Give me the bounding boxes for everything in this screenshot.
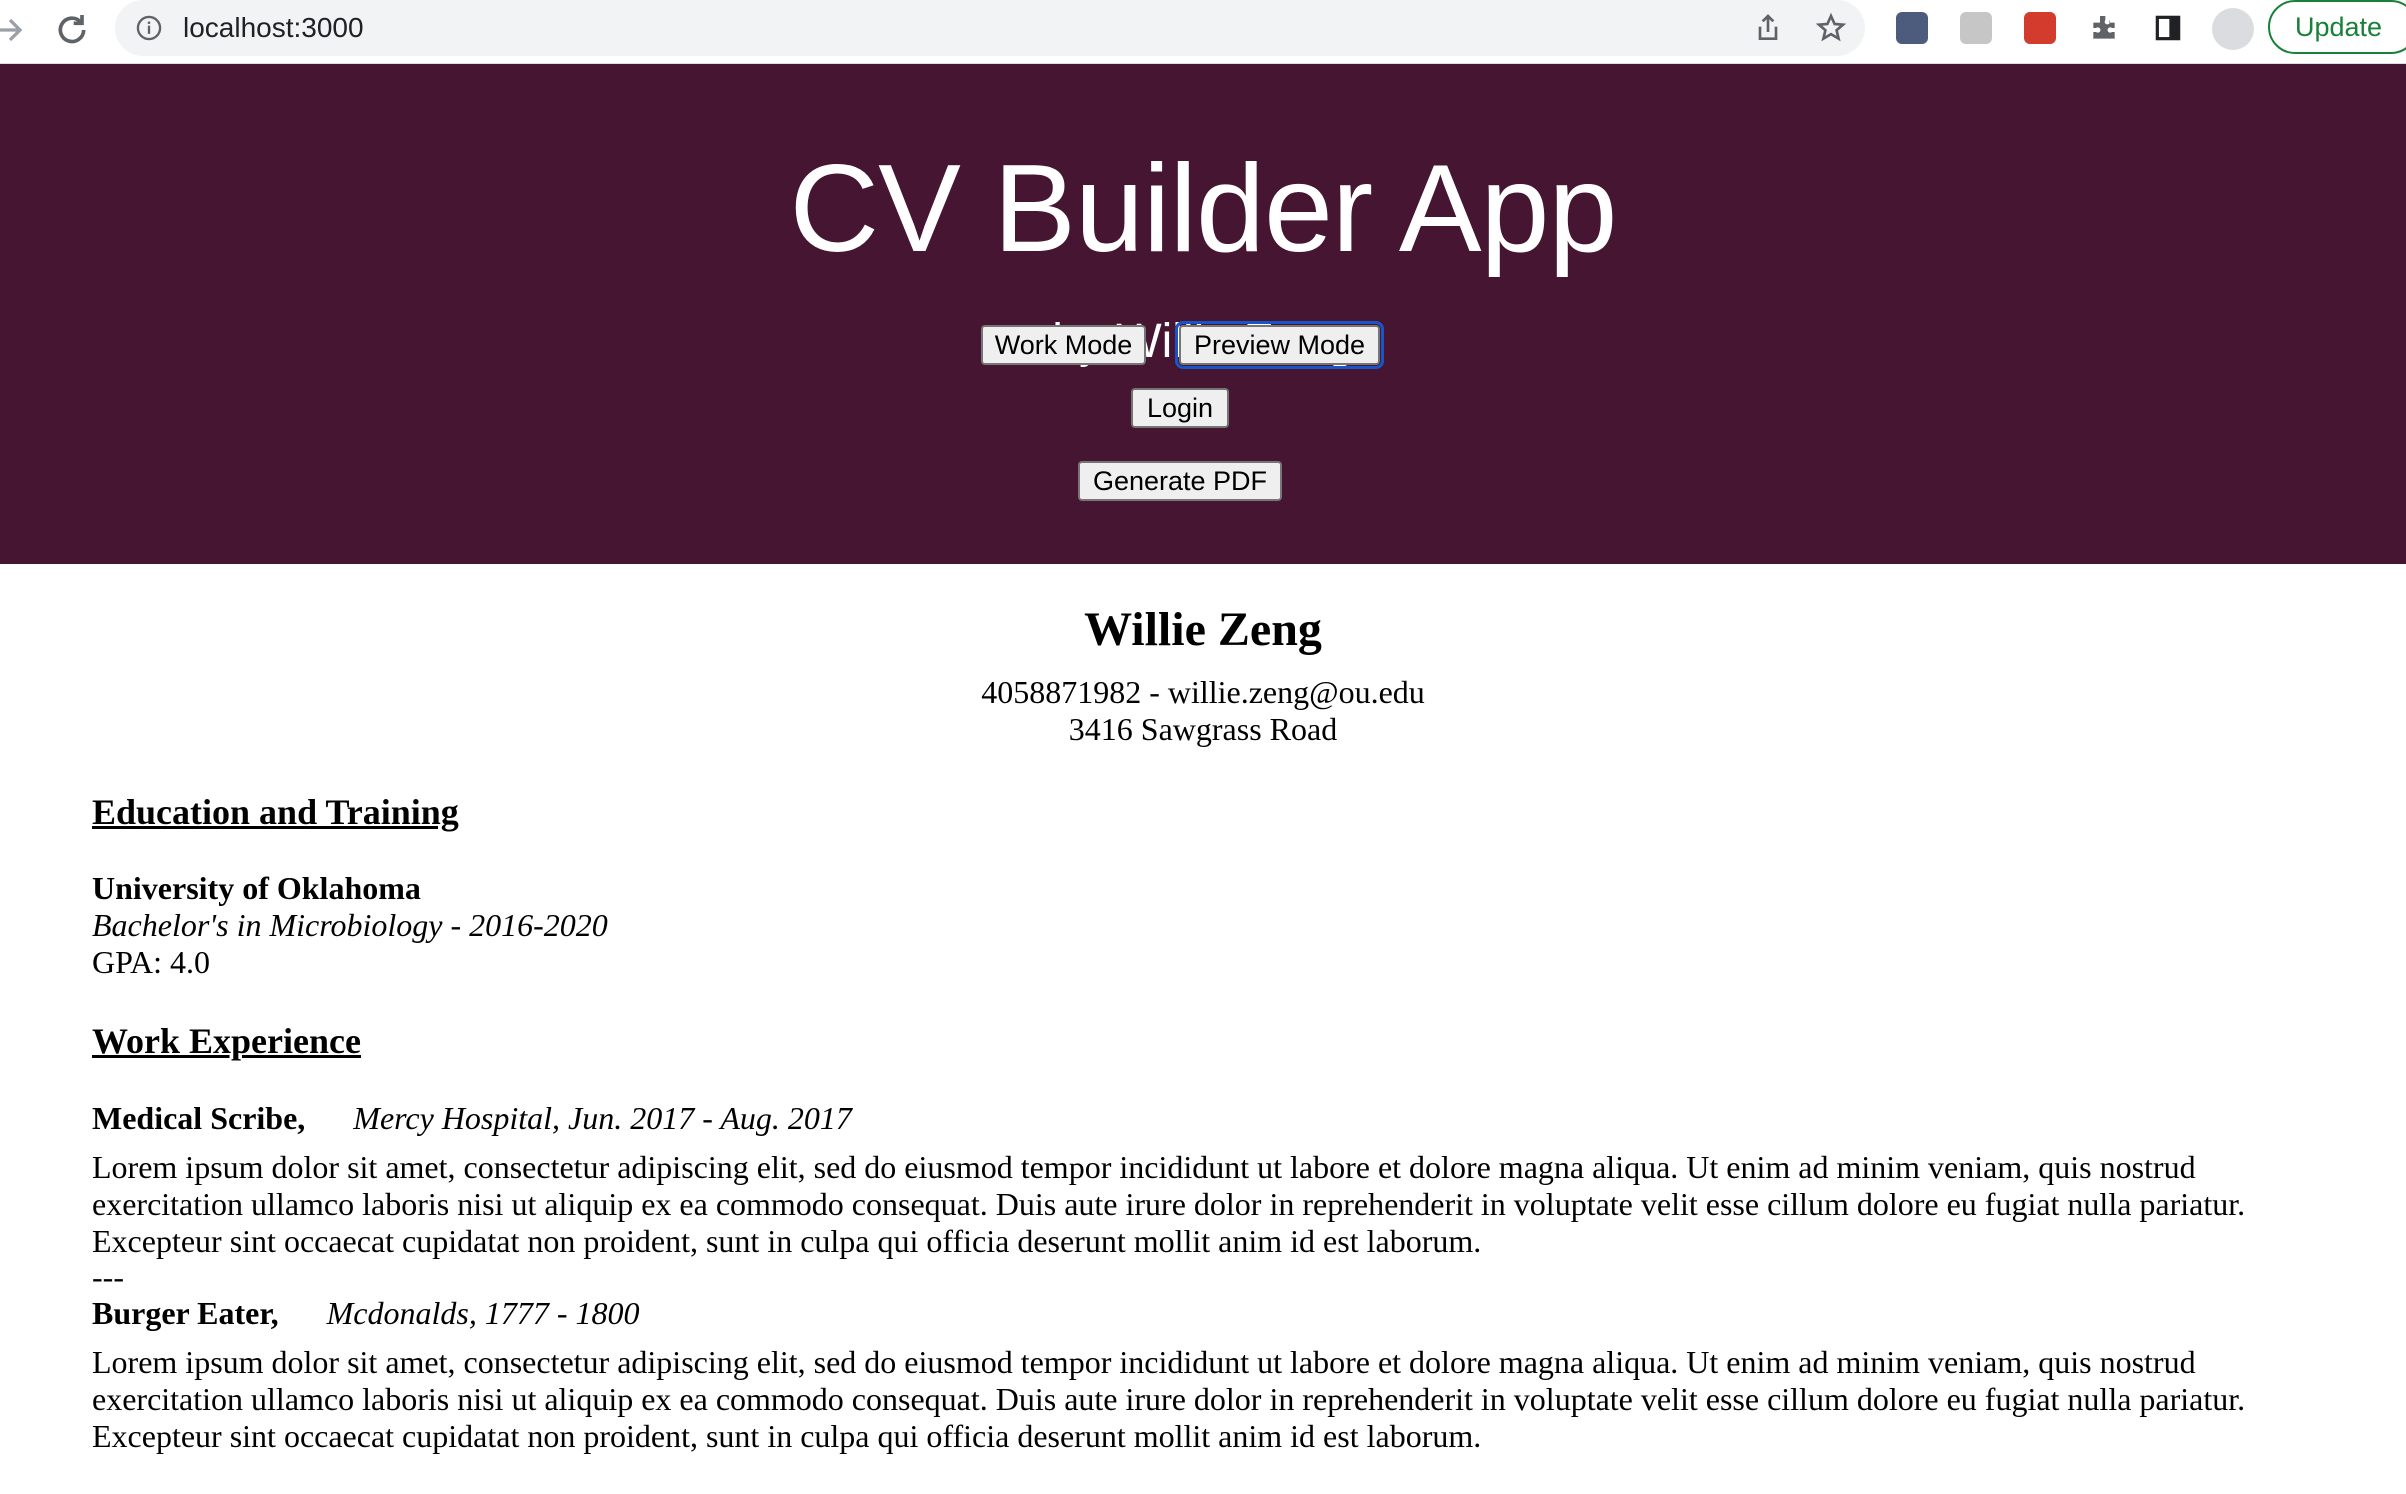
job-details: Mcdonalds, 1777 - 1800	[326, 1295, 640, 1331]
extension-grey-icon[interactable]	[1960, 12, 1992, 44]
job-details: Mercy Hospital, Jun. 2017 - Aug. 2017	[353, 1100, 852, 1136]
job-entry-header: Medical Scribe, Mercy Hospital, Jun. 2017…	[92, 1100, 852, 1137]
job-description: Lorem ipsum dolor sit amet, consectetur …	[92, 1344, 2246, 1454]
extension-red-icon[interactable]	[2024, 12, 2056, 44]
resume-preview: Willie Zeng 4058871982 - willie.zeng@ou.…	[0, 564, 2406, 1494]
app-header: CV Builder App by Willie Zeng Work Mode …	[0, 64, 2406, 564]
extension-puzzle-blue-icon[interactable]	[1896, 12, 1928, 44]
extensions-puzzle-icon[interactable]	[2088, 12, 2120, 44]
login-button[interactable]: Login	[1131, 388, 1229, 428]
work-mode-button[interactable]: Work Mode	[981, 325, 1146, 365]
share-icon[interactable]	[1752, 12, 1784, 44]
job-title: Burger Eater,	[92, 1295, 279, 1331]
degree-info: Bachelor's in Microbiology - 2016-2020	[92, 907, 608, 943]
job-separator: ---	[92, 1259, 124, 1295]
bookmark-star-icon[interactable]	[1815, 12, 1847, 44]
profile-avatar-icon[interactable]	[2212, 8, 2254, 50]
address-bar[interactable]: localhost:3000	[115, 0, 1865, 56]
school-name: University of Oklahoma	[92, 870, 421, 906]
reload-icon[interactable]	[52, 10, 92, 50]
generate-pdf-button[interactable]: Generate PDF	[1078, 461, 1282, 501]
browser-toolbar: localhost:3000 Update	[0, 0, 2406, 64]
app-title: CV Builder App	[789, 140, 1618, 278]
preview-mode-button[interactable]: Preview Mode	[1175, 321, 1384, 369]
contact-phone-email: 4058871982 - willie.zeng@ou.edu	[981, 674, 1425, 710]
url-text[interactable]: localhost:3000	[183, 10, 364, 46]
forward-icon[interactable]	[0, 10, 30, 50]
work-heading: Work Experience	[92, 1021, 361, 1061]
site-info-icon[interactable]	[135, 14, 163, 42]
gpa-info: GPA: 4.0	[92, 944, 210, 980]
resume-name: Willie Zeng	[1084, 603, 1322, 656]
job-title: Medical Scribe,	[92, 1100, 306, 1136]
contact-info: 4058871982 - willie.zeng@ou.edu 3416 Saw…	[0, 674, 2406, 748]
education-heading: Education and Training	[92, 792, 459, 832]
side-panel-icon[interactable]	[2152, 12, 2184, 44]
contact-address: 3416 Sawgrass Road	[1068, 711, 1338, 747]
job-description: Lorem ipsum dolor sit amet, consectetur …	[92, 1149, 2246, 1259]
update-button[interactable]: Update	[2268, 0, 2406, 54]
job-entry-header: Burger Eater, Mcdonalds, 1777 - 1800	[92, 1295, 640, 1332]
